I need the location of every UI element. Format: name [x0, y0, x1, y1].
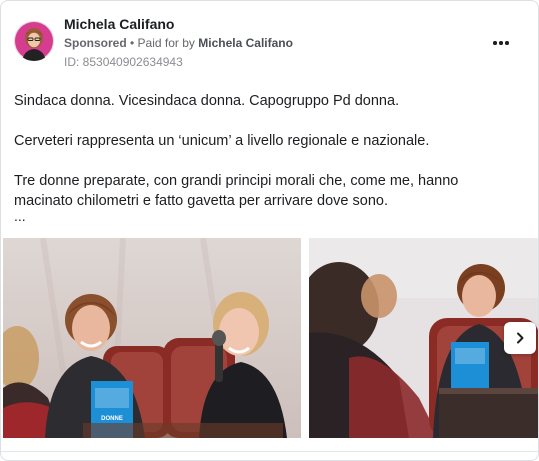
post-header: Michela Califano Sponsored • Paid for by…: [14, 15, 525, 71]
carousel-next-button[interactable]: [504, 322, 536, 354]
more-horizontal-icon: [493, 41, 497, 45]
more-horizontal-icon-dot: [499, 41, 503, 45]
profile-avatar[interactable]: [14, 21, 54, 61]
ad-card: Michela Califano Sponsored • Paid for by…: [0, 0, 539, 461]
paid-for-name: Michela Califano: [198, 36, 293, 50]
more-options-button[interactable]: [489, 35, 513, 51]
paid-for-prefix: Paid for by: [137, 36, 199, 50]
paragraph-1: Sindaca donna. Vicesindaca donna. Capogr…: [14, 93, 400, 109]
separator-dot: •: [126, 36, 138, 50]
author-name[interactable]: Michela Califano: [64, 15, 293, 33]
ad-id: ID: 853040902634943: [64, 55, 183, 69]
sponsored-label[interactable]: Sponsored: [64, 36, 127, 50]
paragraph-2: Cerveteri rappresenta un ‘unicum’ a live…: [14, 133, 430, 149]
post-meta: Michela Califano Sponsored • Paid for by…: [64, 15, 293, 70]
more-horizontal-icon-dot: [505, 41, 509, 45]
sponsor-line: Sponsored • Paid for by Michela Califano: [64, 34, 293, 52]
svg-text:DONNE: DONNE: [101, 416, 123, 422]
see-more-ellipsis[interactable]: ...: [14, 209, 514, 223]
chevron-right-icon: [517, 332, 524, 344]
carousel-slide-1[interactable]: DONNE: [3, 238, 301, 438]
image-carousel[interactable]: DONNE: [3, 238, 538, 438]
paragraph-3: Tre donne preparate, con grandi principi…: [14, 173, 459, 209]
photo-two-women-speaking: DONNE: [3, 238, 301, 438]
post-body: Sindaca donna. Vicesindaca donna. Capogr…: [14, 91, 514, 223]
carousel-slide-2[interactable]: [309, 238, 538, 438]
divider: [1, 451, 538, 452]
